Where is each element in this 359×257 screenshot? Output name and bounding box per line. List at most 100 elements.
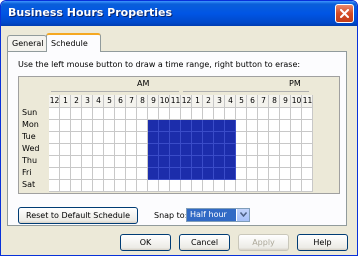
schedule-cell[interactable]: [49, 180, 60, 192]
schedule-cell[interactable]: [280, 180, 291, 192]
schedule-cell[interactable]: [291, 144, 302, 156]
schedule-cell[interactable]: [269, 144, 280, 156]
schedule-cell[interactable]: [148, 108, 159, 120]
reset-default-schedule-button[interactable]: Reset to Default Schedule: [18, 207, 138, 224]
schedule-cell[interactable]: [236, 120, 247, 132]
schedule-cell[interactable]: [82, 132, 93, 144]
schedule-cell[interactable]: [126, 180, 137, 192]
schedule-cell-selected[interactable]: [148, 168, 159, 180]
schedule-cell-selected[interactable]: [170, 144, 181, 156]
schedule-cell[interactable]: [82, 180, 93, 192]
schedule-cell-selected[interactable]: [214, 132, 225, 144]
schedule-cell[interactable]: [137, 168, 148, 180]
title-bar[interactable]: Business Hours Properties: [1, 1, 357, 26]
schedule-cell[interactable]: [247, 168, 258, 180]
schedule-cell[interactable]: [104, 120, 115, 132]
schedule-cell-selected[interactable]: [225, 156, 236, 168]
schedule-cell[interactable]: [269, 168, 280, 180]
schedule-cell-selected[interactable]: [225, 132, 236, 144]
schedule-cell[interactable]: [291, 108, 302, 120]
schedule-cell[interactable]: [302, 108, 313, 120]
schedule-cell[interactable]: [236, 168, 247, 180]
schedule-cell[interactable]: [82, 168, 93, 180]
schedule-cell[interactable]: [49, 132, 60, 144]
apply-button[interactable]: Apply: [238, 234, 289, 251]
schedule-cell[interactable]: [93, 168, 104, 180]
schedule-cell[interactable]: [258, 132, 269, 144]
schedule-cell[interactable]: [236, 144, 247, 156]
schedule-cell[interactable]: [170, 180, 181, 192]
schedule-cell[interactable]: [49, 120, 60, 132]
schedule-cell[interactable]: [104, 168, 115, 180]
schedule-cell-selected[interactable]: [203, 156, 214, 168]
schedule-cell[interactable]: [247, 132, 258, 144]
cancel-button[interactable]: Cancel: [179, 234, 230, 251]
schedule-cell-selected[interactable]: [159, 144, 170, 156]
schedule-cell[interactable]: [247, 156, 258, 168]
schedule-cell[interactable]: [291, 156, 302, 168]
schedule-cell[interactable]: [302, 144, 313, 156]
schedule-cell[interactable]: [126, 156, 137, 168]
schedule-cell-selected[interactable]: [148, 120, 159, 132]
schedule-cell[interactable]: [225, 108, 236, 120]
schedule-cell[interactable]: [291, 168, 302, 180]
schedule-cell[interactable]: [269, 180, 280, 192]
schedule-cell[interactable]: [104, 156, 115, 168]
schedule-cell-selected[interactable]: [181, 168, 192, 180]
schedule-cell[interactable]: [60, 132, 71, 144]
schedule-cell[interactable]: [181, 180, 192, 192]
schedule-cell[interactable]: [280, 144, 291, 156]
schedule-cell-selected[interactable]: [159, 156, 170, 168]
schedule-cell[interactable]: [71, 168, 82, 180]
schedule-cell[interactable]: [115, 120, 126, 132]
schedule-cell-selected[interactable]: [170, 120, 181, 132]
schedule-cell[interactable]: [269, 132, 280, 144]
schedule-cell[interactable]: [71, 132, 82, 144]
schedule-cell-selected[interactable]: [225, 144, 236, 156]
schedule-cell[interactable]: [236, 180, 247, 192]
schedule-cell-selected[interactable]: [203, 132, 214, 144]
schedule-cell[interactable]: [280, 132, 291, 144]
schedule-cell[interactable]: [192, 108, 203, 120]
schedule-cell[interactable]: [93, 120, 104, 132]
schedule-cell-selected[interactable]: [181, 120, 192, 132]
schedule-cell[interactable]: [93, 180, 104, 192]
schedule-cell[interactable]: [291, 180, 302, 192]
schedule-cell-selected[interactable]: [225, 120, 236, 132]
schedule-cell[interactable]: [236, 108, 247, 120]
schedule-cell[interactable]: [93, 108, 104, 120]
schedule-cell[interactable]: [280, 156, 291, 168]
schedule-cell-selected[interactable]: [170, 168, 181, 180]
schedule-cell-selected[interactable]: [192, 120, 203, 132]
schedule-cell[interactable]: [258, 108, 269, 120]
schedule-cell[interactable]: [60, 120, 71, 132]
schedule-cell[interactable]: [302, 180, 313, 192]
schedule-cell[interactable]: [126, 132, 137, 144]
schedule-cell-selected[interactable]: [170, 156, 181, 168]
schedule-cell[interactable]: [104, 132, 115, 144]
schedule-cell[interactable]: [93, 132, 104, 144]
schedule-cell[interactable]: [280, 168, 291, 180]
schedule-cell-selected[interactable]: [192, 132, 203, 144]
schedule-cell[interactable]: [126, 168, 137, 180]
schedule-cell-selected[interactable]: [181, 144, 192, 156]
tab-general[interactable]: General: [7, 35, 47, 51]
schedule-cell[interactable]: [258, 180, 269, 192]
schedule-cell[interactable]: [71, 120, 82, 132]
schedule-cell-selected[interactable]: [181, 132, 192, 144]
schedule-cell-selected[interactable]: [203, 168, 214, 180]
schedule-cell[interactable]: [225, 180, 236, 192]
schedule-cell[interactable]: [148, 180, 159, 192]
schedule-cell-selected[interactable]: [225, 168, 236, 180]
close-button[interactable]: [335, 4, 354, 23]
schedule-cell[interactable]: [269, 108, 280, 120]
schedule-cell[interactable]: [93, 156, 104, 168]
schedule-cell[interactable]: [115, 168, 126, 180]
schedule-cell[interactable]: [269, 156, 280, 168]
schedule-cell[interactable]: [214, 108, 225, 120]
schedule-cell-selected[interactable]: [203, 144, 214, 156]
schedule-cell[interactable]: [302, 156, 313, 168]
schedule-cell[interactable]: [258, 144, 269, 156]
schedule-cell[interactable]: [115, 108, 126, 120]
schedule-cell-selected[interactable]: [192, 156, 203, 168]
